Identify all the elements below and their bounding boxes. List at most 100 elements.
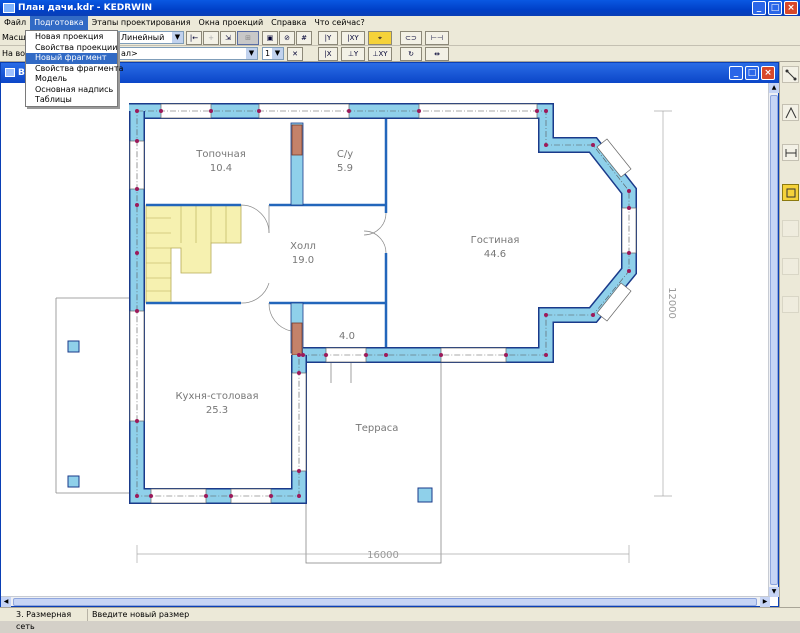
chevron-down-icon[interactable]: ▼ <box>272 48 283 59</box>
offset-icon[interactable]: ⇹ <box>425 47 449 61</box>
dim-horizontal-label: 16000 <box>367 550 399 561</box>
menu-projection-windows[interactable]: Окна проекций <box>195 16 268 30</box>
room-area: 5.9 <box>337 163 353 174</box>
app-icon <box>3 3 15 13</box>
dd-fragment-properties[interactable]: Свойства фрагмента <box>26 64 123 75</box>
room-name: С/у <box>337 149 353 160</box>
column <box>67 340 80 353</box>
room-area: 44.6 <box>484 249 506 260</box>
app-titlebar[interactable]: План дачи.kdr - KEDRWIN _ □ × <box>0 0 800 16</box>
dd-new-projection[interactable]: Новая проекция <box>26 32 117 43</box>
vertical-scrollbar[interactable]: ▲ ▼ <box>768 83 779 597</box>
menu-file[interactable]: Файл <box>0 16 30 30</box>
app-title: План дачи.kdr - KEDRWIN <box>18 3 152 13</box>
dd-new-fragment[interactable]: Новый фрагмент <box>26 53 117 64</box>
mirror-y-button[interactable]: |Y <box>318 31 338 45</box>
node-tool-icon[interactable] <box>782 66 799 83</box>
interior-partitions <box>290 122 304 354</box>
vertical-scroll-thumb[interactable] <box>770 95 778 585</box>
line-type-combo[interactable]: Линейный ▼ <box>118 31 184 44</box>
angle-tool-icon[interactable] <box>782 104 799 121</box>
dd-tables[interactable]: Таблицы <box>26 95 117 106</box>
chevron-down-icon[interactable]: ▼ <box>172 32 183 43</box>
scroll-right-icon[interactable]: ▶ <box>760 597 770 607</box>
drawing-maximize-button[interactable]: □ <box>745 66 759 80</box>
rotate-icon[interactable]: ↻ <box>400 47 422 61</box>
door-swing <box>363 230 387 254</box>
toolbar-top: Масшт Линейный ▼ |← + ⇲ ⊞ ▣ ⊘ # |Y |XY ⌖… <box>0 30 800 46</box>
drawing-close-button[interactable]: × <box>761 66 775 80</box>
crosshair-icon[interactable]: + <box>203 31 219 45</box>
menu-preparation[interactable]: Подготовка <box>30 16 88 30</box>
hatch-icon[interactable]: # <box>296 31 312 45</box>
disabled-tool-icon[interactable] <box>782 296 799 313</box>
status-mode: 3. Размерная сеть <box>12 609 88 631</box>
grid-mode-icon[interactable]: ⊞ <box>237 31 259 45</box>
horizontal-scrollbar[interactable]: ◀ ▶ <box>1 596 770 607</box>
maximize-button[interactable]: □ <box>768 1 782 15</box>
room-name: Кухня-столовая <box>175 391 258 402</box>
column <box>67 475 80 488</box>
columns <box>67 340 433 503</box>
door-swing <box>240 282 270 304</box>
clear-icon[interactable]: ✕ <box>287 47 303 61</box>
snap-left-icon[interactable]: |← <box>186 31 202 45</box>
floor-plan-canvas[interactable]: Топочная 10.4 С/у 5.9 Холл 19.0 Гостиная… <box>1 83 769 597</box>
dimension-tool-icon[interactable] <box>782 144 799 161</box>
frame-icon[interactable]: ▣ <box>262 31 278 45</box>
dd-model[interactable]: Модель <box>26 74 117 85</box>
room-area: 4.0 <box>339 331 355 342</box>
disabled-tool-icon[interactable] <box>782 258 799 275</box>
dd-projection-properties[interactable]: Свойства проекции <box>26 43 117 54</box>
column <box>417 487 433 503</box>
menu-whats-this[interactable]: Что сейчас? <box>310 16 368 30</box>
perp-xy-button[interactable]: ⊥XY <box>368 47 392 61</box>
room-name: Терраса <box>355 423 399 434</box>
dimension-icon[interactable]: ⊢⊣ <box>425 31 449 45</box>
horizontal-scroll-thumb[interactable] <box>13 598 757 606</box>
minimize-button[interactable]: _ <box>752 1 766 15</box>
door-arcs <box>240 204 387 332</box>
chevron-down-icon[interactable]: ▼ <box>246 48 257 59</box>
snap-arrow-icon[interactable]: ⇲ <box>220 31 236 45</box>
room-name: Холл <box>290 241 316 252</box>
menu-design-stages[interactable]: Этапы проектирования <box>88 16 195 30</box>
number-combo[interactable]: 1 ▼ <box>262 47 284 60</box>
scroll-up-icon[interactable]: ▲ <box>769 83 779 93</box>
status-prompt: Введите новый размер <box>92 610 190 619</box>
stairs <box>145 204 242 304</box>
dd-title-block[interactable]: Основная надпись <box>26 85 117 96</box>
preparation-dropdown: Новая проекция Свойства проекции Новый ф… <box>25 30 123 107</box>
circle-slash-icon[interactable]: ⊘ <box>279 31 295 45</box>
status-bar: 3. Размерная сеть Введите новый размер <box>0 607 800 631</box>
room-name: Гостиная <box>471 235 520 246</box>
measure-icon[interactable]: ⌖ <box>368 31 392 45</box>
door-swing <box>363 212 387 236</box>
scroll-left-icon[interactable]: ◀ <box>1 597 11 607</box>
toolbar-bottom: На во ал> ▼ 1 ▼ ✕ |X ⊥Y ⊥XY ↻ ⇹ <box>0 46 800 62</box>
chimney <box>291 322 303 356</box>
chimney <box>291 124 303 156</box>
scroll-down-icon[interactable]: ▼ <box>769 587 779 597</box>
active-tool-icon[interactable] <box>782 184 799 201</box>
room-area: 25.3 <box>206 405 228 416</box>
drawing-minimize-button[interactable]: _ <box>729 66 743 80</box>
door-swing <box>268 302 292 332</box>
mirror-xy-button[interactable]: |XY <box>341 31 365 45</box>
perp-y-button[interactable]: ⊥Y <box>341 47 365 61</box>
disabled-tool-icon[interactable] <box>782 220 799 237</box>
room-area: 19.0 <box>292 255 314 266</box>
menu-bar: Файл Подготовка Этапы проектирования Окн… <box>0 16 800 30</box>
close-button[interactable]: × <box>784 1 798 15</box>
perp-x-button[interactable]: |X <box>318 47 338 61</box>
menu-help[interactable]: Справка <box>267 16 310 30</box>
document-icon <box>5 68 15 77</box>
link-icon[interactable]: ⊂⊃ <box>400 31 422 45</box>
drawing-window-title: В <box>18 68 25 78</box>
room-area: 10.4 <box>210 163 232 174</box>
fragment-combo[interactable]: ал> ▼ <box>118 47 258 60</box>
stair-area <box>145 204 242 304</box>
drawing-window: В _ □ × Топочная 10.4 С/у 5.9 Холл 19.0 … <box>0 62 779 607</box>
dim-vertical-label: 12000 <box>666 287 677 319</box>
drawing-window-controls: _ □ × <box>729 66 775 80</box>
